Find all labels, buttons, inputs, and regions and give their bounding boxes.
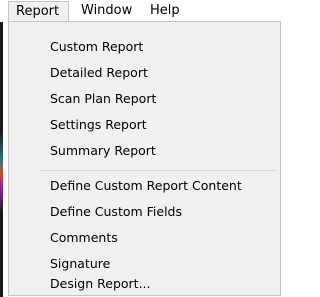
menu-item-detailed-report[interactable]: Detailed Report bbox=[9, 61, 280, 85]
menu-item-comments[interactable]: Comments bbox=[9, 226, 280, 250]
menu-window[interactable]: Window bbox=[74, 1, 140, 21]
application-window: Report Window Help Custom Report Detaile… bbox=[0, 0, 282, 297]
background-window-edge bbox=[0, 20, 3, 297]
menu-item-summary-report[interactable]: Summary Report bbox=[9, 139, 280, 163]
menu-separator bbox=[39, 170, 277, 171]
report-dropdown-menu: Custom Report Detailed Report Scan Plan … bbox=[8, 21, 281, 296]
menu-item-define-custom-fields[interactable]: Define Custom Fields bbox=[9, 200, 280, 224]
menu-report[interactable]: Report bbox=[8, 1, 69, 21]
menu-item-custom-report[interactable]: Custom Report bbox=[9, 35, 280, 59]
menu-item-define-custom-report-content[interactable]: Define Custom Report Content bbox=[9, 174, 280, 198]
menu-item-design-report[interactable]: Design Report... bbox=[9, 272, 280, 296]
menu-bar: Report Window Help bbox=[0, 0, 282, 22]
menu-item-settings-report[interactable]: Settings Report bbox=[9, 113, 280, 137]
menu-help[interactable]: Help bbox=[143, 1, 187, 21]
menu-item-scan-plan-report[interactable]: Scan Plan Report bbox=[9, 87, 280, 111]
